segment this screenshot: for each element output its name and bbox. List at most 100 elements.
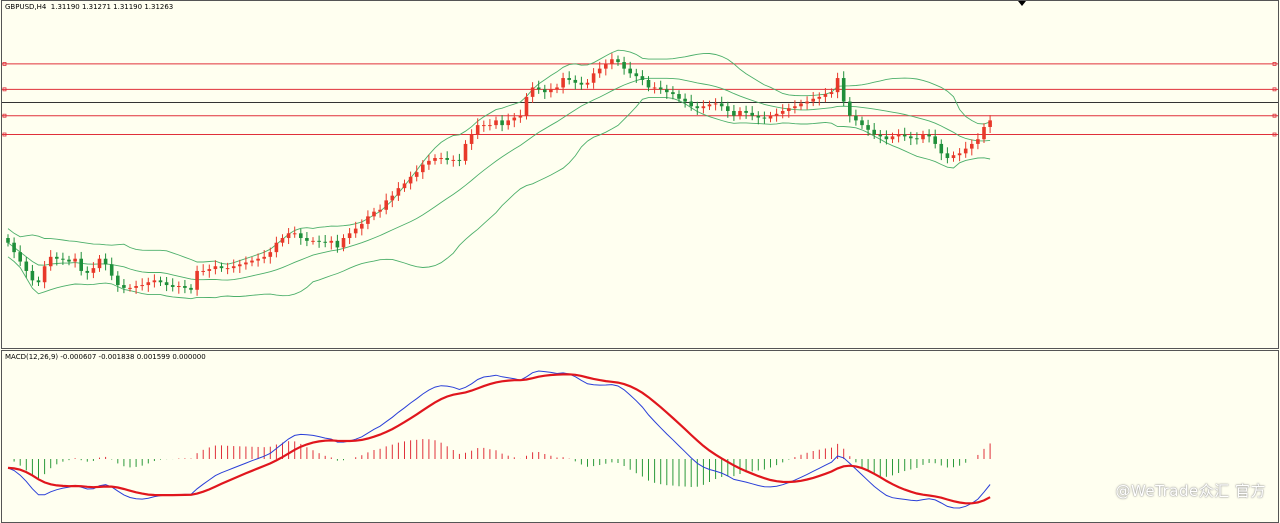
candle-body xyxy=(896,134,901,137)
candle-body xyxy=(500,120,504,126)
candle-body xyxy=(872,129,876,135)
candle-body xyxy=(116,275,120,286)
candle-body xyxy=(469,134,474,144)
candle-body xyxy=(292,233,297,235)
candle-body xyxy=(256,258,260,261)
candle-body xyxy=(55,256,59,259)
candle-body xyxy=(408,176,413,184)
chart-shift-marker-icon[interactable] xyxy=(1018,1,1026,6)
candle-body xyxy=(909,136,913,139)
candle-body xyxy=(183,286,187,288)
candle-body xyxy=(628,68,632,74)
candle-body xyxy=(939,143,944,154)
candle-body xyxy=(823,94,828,97)
candle-body xyxy=(366,216,370,224)
candle-body xyxy=(829,92,834,95)
candle-body xyxy=(695,106,700,109)
candle-body xyxy=(97,258,102,269)
candle-body xyxy=(402,183,407,189)
price-chart-pane[interactable]: GBPUSD,H4 1.31190 1.31271 1.31190 1.3126… xyxy=(1,0,1279,349)
candle-body xyxy=(835,78,840,93)
candle-body xyxy=(762,117,767,119)
macd-chart-svg[interactable] xyxy=(2,351,1278,522)
candle-body xyxy=(158,280,163,283)
candle-body xyxy=(286,233,291,239)
candle-body xyxy=(219,266,224,269)
candle-body xyxy=(414,172,419,177)
bollinger-band-lower xyxy=(7,97,991,300)
candle-body xyxy=(884,136,889,140)
candle-body xyxy=(445,158,449,160)
candle-body xyxy=(744,110,748,113)
candle-body xyxy=(988,120,992,127)
candle-body xyxy=(85,270,90,273)
candle-body xyxy=(152,280,157,283)
candle-body xyxy=(341,238,346,248)
candle-body xyxy=(622,62,626,69)
candle-body xyxy=(640,76,645,80)
candle-body xyxy=(189,287,193,290)
candle-body xyxy=(652,87,657,89)
candle-body xyxy=(750,112,754,116)
candle-body xyxy=(543,89,547,93)
candle-body xyxy=(207,269,212,271)
candle-body xyxy=(927,134,931,137)
candle-body xyxy=(390,195,395,201)
candle-body xyxy=(713,103,718,105)
candle-body xyxy=(689,101,693,107)
candle-body xyxy=(67,259,71,262)
candle-body xyxy=(805,101,809,104)
candle-body xyxy=(768,115,773,119)
candle-body xyxy=(848,101,852,116)
candle-body xyxy=(561,78,565,88)
candle-body xyxy=(488,125,492,127)
candle-body xyxy=(793,106,797,109)
candle-body xyxy=(164,282,169,286)
candle-body xyxy=(195,270,199,290)
candle-body xyxy=(274,242,279,253)
candle-body xyxy=(463,143,468,161)
candle-body xyxy=(860,120,864,126)
candle-body xyxy=(890,136,895,140)
candle-body xyxy=(378,209,382,212)
candle-body xyxy=(787,108,791,111)
candle-body xyxy=(530,87,535,97)
candle-body xyxy=(573,79,578,83)
price-chart-svg[interactable] xyxy=(2,1,1278,348)
candle-body xyxy=(482,125,486,127)
candle-body xyxy=(30,270,35,281)
candle-body xyxy=(518,115,523,118)
candle-body xyxy=(372,211,376,217)
candle-body xyxy=(866,125,870,130)
candle-body xyxy=(384,200,388,210)
candle-body xyxy=(634,73,639,77)
candle-body xyxy=(945,153,950,159)
candle-body xyxy=(811,98,815,102)
candle-body xyxy=(549,89,553,93)
candle-body xyxy=(756,115,761,118)
candle-body xyxy=(268,252,273,257)
candle-body xyxy=(262,256,266,259)
candle-body xyxy=(567,78,571,80)
candle-body xyxy=(494,120,498,126)
candle-body xyxy=(134,286,138,288)
candle-body xyxy=(170,285,175,287)
candle-body xyxy=(658,87,663,90)
candle-body xyxy=(177,286,181,288)
candle-body xyxy=(323,241,327,243)
candle-body xyxy=(915,138,919,140)
candle-body xyxy=(719,103,724,107)
candle-body xyxy=(353,228,358,234)
candle-body xyxy=(738,110,742,116)
candle-body xyxy=(122,285,126,288)
macd-indicator-pane[interactable]: MACD(12,26,9) -0.000607 -0.001838 0.0015… xyxy=(1,350,1279,523)
candle-body xyxy=(427,160,431,165)
candle-body xyxy=(957,153,962,156)
candle-body xyxy=(970,143,974,149)
candle-body xyxy=(963,148,968,154)
candle-body xyxy=(597,68,602,74)
candle-body xyxy=(976,139,980,144)
candle-body xyxy=(421,164,425,173)
candle-body xyxy=(140,285,144,287)
candle-body xyxy=(146,282,151,286)
